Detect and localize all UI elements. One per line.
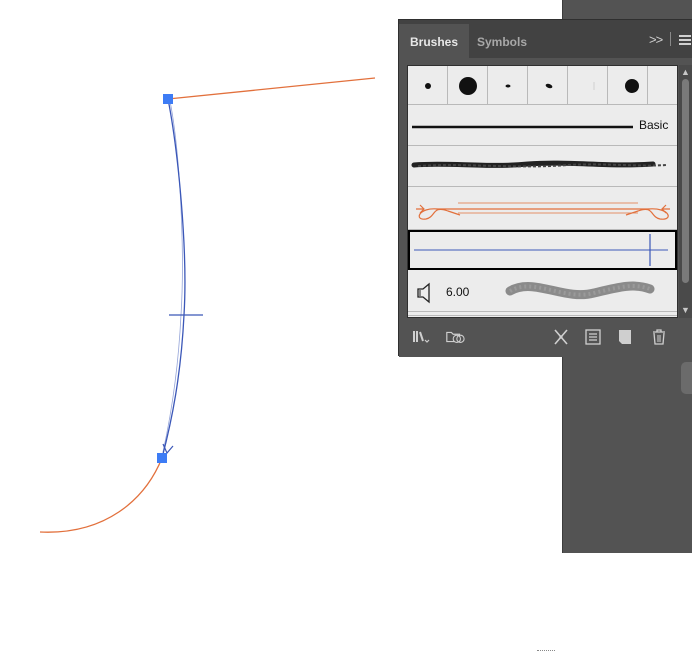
collapse-panel-icon[interactable]: >> bbox=[649, 32, 663, 47]
brush-libraries-icon[interactable] bbox=[411, 328, 431, 346]
charcoal-art-brush-row[interactable] bbox=[408, 146, 677, 187]
tab-symbols[interactable]: Symbols bbox=[469, 24, 535, 58]
speaker-icon bbox=[417, 282, 430, 304]
brush-tip-angled[interactable] bbox=[528, 66, 568, 104]
blue-brushed-path[interactable] bbox=[161, 98, 186, 459]
new-brush-icon[interactable] bbox=[615, 328, 635, 346]
brush-tip-round-small[interactable] bbox=[408, 66, 448, 104]
orange-handle-line-top[interactable] bbox=[167, 77, 376, 100]
panel-tab-bar: Brushes Symbols >> bbox=[399, 20, 692, 58]
brush-tip-round-large[interactable] bbox=[448, 66, 488, 104]
round-dot-medium-icon bbox=[625, 79, 639, 93]
scrollbar-thumb[interactable] bbox=[682, 79, 689, 283]
remove-brush-stroke-icon[interactable] bbox=[551, 328, 571, 346]
cc-libraries-icon[interactable] bbox=[445, 328, 465, 346]
pattern-brush-row-selected[interactable] bbox=[408, 230, 677, 270]
decorative-art-brush-row[interactable] bbox=[408, 187, 677, 230]
brush-options-icon[interactable] bbox=[583, 328, 603, 346]
brush-tip-flat-small[interactable] bbox=[488, 66, 528, 104]
angled-nib-icon bbox=[545, 83, 553, 89]
basic-brush-row[interactable]: Basic bbox=[408, 105, 677, 146]
scroll-up-icon[interactable]: ▲ bbox=[681, 67, 690, 77]
dock-scroll-handle[interactable] bbox=[681, 362, 692, 394]
scroll-down-icon[interactable]: ▼ bbox=[681, 305, 690, 315]
scatter-size-value: 6.00 bbox=[446, 285, 470, 299]
panel-resize-grip[interactable] bbox=[537, 650, 555, 654]
delete-brush-icon[interactable] bbox=[649, 328, 669, 346]
scatter-brush-row[interactable]: 6.00 bbox=[408, 271, 677, 316]
tab-brushes[interactable]: Brushes bbox=[399, 24, 469, 58]
orange-curve-bottom[interactable] bbox=[39, 457, 163, 533]
decorative-stroke-preview bbox=[416, 202, 670, 220]
calligraphic-brush-row bbox=[408, 66, 677, 105]
brush-tip-thin[interactable] bbox=[568, 66, 608, 104]
tabbar-divider bbox=[670, 32, 671, 46]
brush-tip-round-medium[interactable] bbox=[608, 66, 648, 104]
panel-footer-toolbar bbox=[399, 320, 692, 651]
thin-line-icon bbox=[593, 82, 595, 90]
anchor-point-bottom[interactable] bbox=[157, 453, 167, 463]
scatter-stroke-preview bbox=[505, 281, 655, 300]
panel-menu-icon[interactable] bbox=[679, 35, 691, 45]
brush-list-scrollbar[interactable]: ▲ ▼ bbox=[679, 65, 692, 318]
anchor-point-top[interactable] bbox=[163, 94, 173, 104]
brushes-panel: Brushes Symbols >> Basic 6.00 ▲ ▼ bbox=[398, 19, 692, 651]
blue-brushed-path-inner bbox=[162, 100, 183, 453]
basic-stroke-preview bbox=[412, 125, 633, 129]
round-dot-small-icon bbox=[425, 83, 431, 89]
pattern-stroke-preview bbox=[414, 234, 668, 266]
brush-list: Basic 6.00 bbox=[407, 65, 678, 318]
basic-brush-label: Basic bbox=[639, 118, 669, 132]
round-dot-large-icon bbox=[459, 77, 477, 95]
flat-nib-small-icon bbox=[505, 84, 511, 88]
charcoal-stroke-preview bbox=[411, 160, 667, 168]
row-tick-marks bbox=[408, 311, 677, 316]
